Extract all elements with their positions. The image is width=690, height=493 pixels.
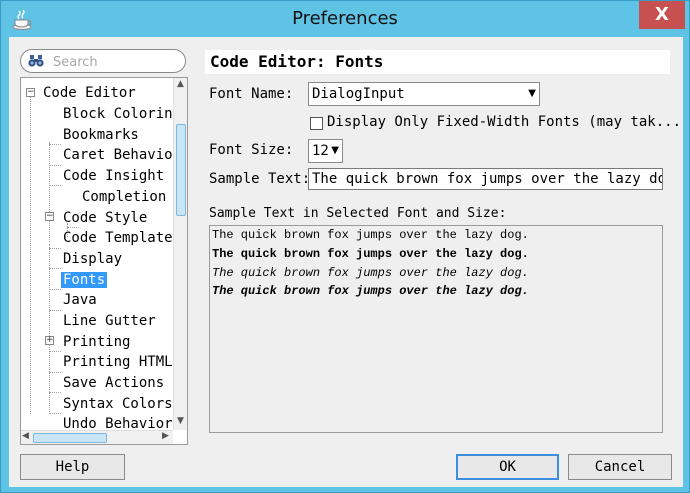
font-size-value: 12 xyxy=(312,143,329,159)
tree-item-line-gutter[interactable]: Line Gutter xyxy=(61,311,158,331)
tree-item-code-templates[interactable]: Code Templates xyxy=(61,228,183,248)
font-name-label: Font Name: xyxy=(209,86,294,102)
tree-connector xyxy=(49,268,61,269)
tree-connector xyxy=(49,165,61,166)
tree-item-printing-html[interactable]: Printing HTML xyxy=(61,352,175,372)
preview-italic: The quick brown fox jumps over the lazy … xyxy=(212,266,529,280)
binoculars-icon xyxy=(28,54,44,68)
scroll-left-icon[interactable]: ◀ xyxy=(22,431,29,441)
tree-item-code-style[interactable]: Code Style xyxy=(61,208,149,228)
tree-item-save-actions[interactable]: Save Actions xyxy=(61,373,166,393)
tree-item-label: Printing HTML xyxy=(63,354,173,370)
panel-title: Code Editor: Fonts xyxy=(205,50,670,74)
tree-connector xyxy=(49,413,61,414)
close-button[interactable]: X xyxy=(639,1,685,29)
scroll-down-icon[interactable]: ▼ xyxy=(177,416,184,426)
tree-connector xyxy=(49,185,61,186)
tree-item-bookmarks[interactable]: Bookmarks xyxy=(61,125,141,145)
preview-label: Sample Text in Selected Font and Size: xyxy=(209,206,507,221)
tree-item-label: Line Gutter xyxy=(63,313,156,329)
sample-text-label: Sample Text: xyxy=(209,171,311,187)
tree-item-code-editor[interactable]: Code Editor xyxy=(41,83,138,103)
expand-icon[interactable]: + xyxy=(45,336,54,345)
tree-item-completion[interactable]: Completion xyxy=(80,187,168,207)
tree-vertical-scrollbar[interactable]: ▲ ▼ xyxy=(173,78,187,430)
tree-item-fonts[interactable]: Fonts xyxy=(61,270,108,290)
window-title: Preferences xyxy=(292,8,398,29)
tree-item-label: Completion xyxy=(82,189,167,205)
tree-item-java[interactable]: Java xyxy=(61,290,99,310)
close-icon: X xyxy=(655,4,669,25)
search-box[interactable] xyxy=(20,49,186,73)
tree-item-display[interactable]: Display xyxy=(61,249,124,269)
scrollbar-thumb[interactable] xyxy=(33,433,107,443)
tree-item-label: Java xyxy=(63,292,97,308)
ok-button[interactable]: OK xyxy=(456,454,559,480)
tree-connector xyxy=(49,351,61,352)
tree-guide-line xyxy=(49,244,50,414)
search-input[interactable] xyxy=(53,53,178,71)
cancel-button[interactable]: Cancel xyxy=(568,454,672,480)
tree-item-label: Display xyxy=(63,251,123,267)
tree-item-label: Fonts xyxy=(61,272,108,288)
tree-item-caret-behavior[interactable]: Caret Behavior xyxy=(61,145,183,165)
preview-bold-italic: The quick brown fox jumps over the lazy … xyxy=(212,284,529,298)
scrollbar-thumb[interactable] xyxy=(176,124,186,216)
tree-horizontal-scrollbar[interactable]: ◀ ▶ xyxy=(21,430,173,444)
title-bar[interactable]: Preferences X xyxy=(1,1,689,37)
tree-item-printing[interactable]: Printing xyxy=(61,332,132,352)
font-name-value: DialogInput xyxy=(312,86,405,102)
help-button[interactable]: Help xyxy=(20,454,125,480)
tree-item-label: Save Actions xyxy=(63,375,165,391)
fixed-width-checkbox[interactable] xyxy=(310,117,323,130)
collapse-icon[interactable]: − xyxy=(26,88,35,97)
tree-item-label: Code Insight xyxy=(63,168,165,184)
tree-item-label: Code Templates xyxy=(63,230,182,246)
tree-item-block-coloring[interactable]: Block Coloring xyxy=(61,104,183,124)
fonts-settings-panel: Code Editor: Fonts Font Name: DialogInpu… xyxy=(205,47,681,447)
chevron-down-icon: ▼ xyxy=(528,88,536,99)
preview-plain: The quick brown fox jumps over the lazy … xyxy=(212,228,529,242)
tree-connector xyxy=(49,289,61,290)
tree-guide-line xyxy=(30,96,31,414)
dialog-content: − − + Code Editor Block Coloring Bookmar… xyxy=(9,37,683,487)
tree-connector xyxy=(49,248,61,249)
tree-item-label: Block Coloring xyxy=(63,106,182,122)
tree-item-label: Printing xyxy=(63,334,131,350)
preferences-window: Preferences X Search − − + Code Editor B… xyxy=(0,0,690,493)
tree-item-label: Caret Behavior xyxy=(63,147,182,163)
tree-item-syntax-colors[interactable]: Syntax Colors xyxy=(61,394,175,414)
tree-guide-line xyxy=(49,142,50,242)
scroll-right-icon[interactable]: ▶ xyxy=(162,431,169,441)
font-size-label: Font Size: xyxy=(209,142,294,158)
tree-item-label: Code Style xyxy=(63,210,148,226)
tree-connector xyxy=(49,310,61,311)
scroll-up-icon[interactable]: ▲ xyxy=(177,79,184,89)
tree-connector xyxy=(49,392,61,393)
tree-item-label: Bookmarks xyxy=(63,127,139,143)
tree-connector xyxy=(49,372,61,373)
preview-bold: The quick brown fox jumps over the lazy … xyxy=(212,247,529,261)
tree-connector xyxy=(49,144,61,145)
navigation-panel: − − + Code Editor Block Coloring Bookmar… xyxy=(20,47,188,445)
sample-text-field[interactable]: The quick brown fox jumps over the lazy … xyxy=(308,168,663,190)
fixed-width-label[interactable]: Display Only Fixed-Width Fonts (may tak.… xyxy=(327,114,681,130)
chevron-down-icon: ▼ xyxy=(331,145,339,156)
font-preview-box: The quick brown fox jumps over the lazy … xyxy=(209,225,663,433)
font-size-dropdown[interactable]: 12 ▼ xyxy=(308,139,343,163)
tree-item-label: Syntax Colors xyxy=(63,396,173,412)
tree-item-code-insight[interactable]: Code Insight xyxy=(61,166,166,186)
collapse-icon[interactable]: − xyxy=(45,212,54,221)
preferences-tree[interactable]: − − + Code Editor Block Coloring Bookmar… xyxy=(20,77,188,445)
font-name-dropdown[interactable]: DialogInput ▼ xyxy=(308,82,540,106)
tree-item-label: Code Editor xyxy=(43,85,136,101)
